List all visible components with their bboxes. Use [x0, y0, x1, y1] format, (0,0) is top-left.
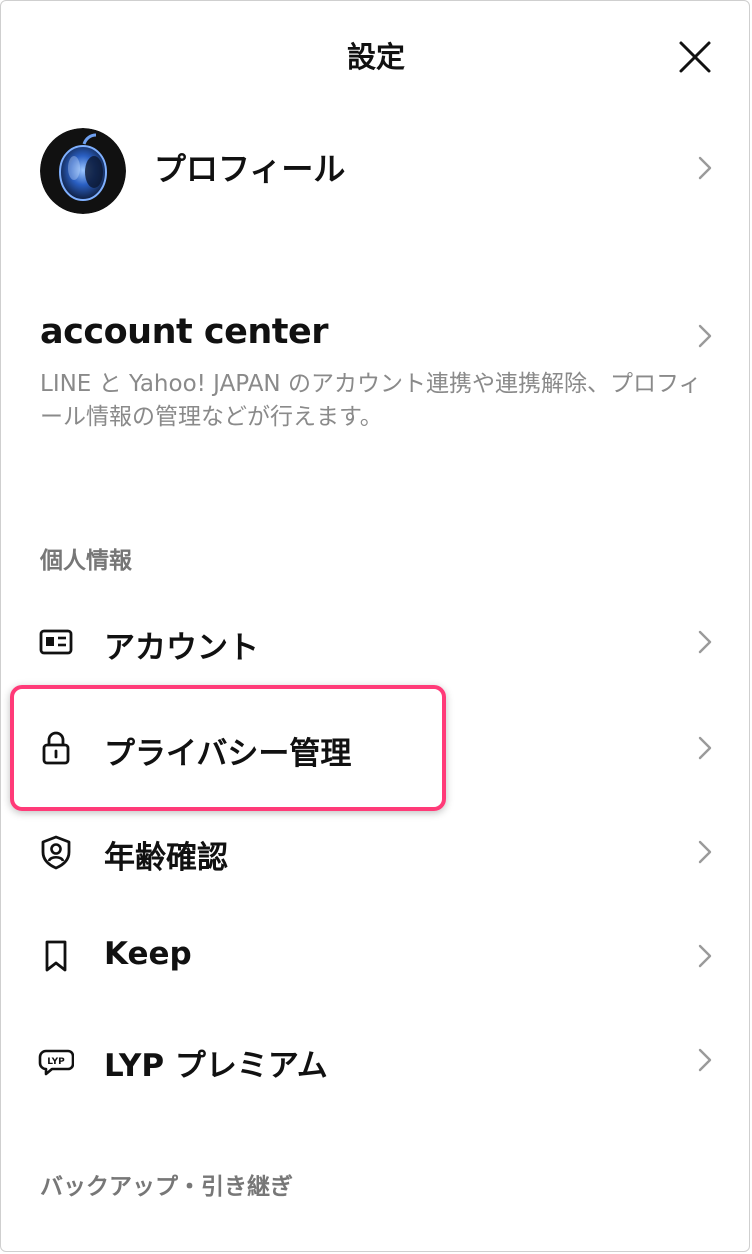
section-header-personal: 個人情報	[40, 548, 132, 574]
close-icon[interactable]	[672, 34, 718, 80]
page-title: 設定	[346, 40, 405, 74]
account-center-row[interactable]: account center LINE と Yahoo! JAPAN のアカウン…	[0, 300, 752, 450]
id-card-icon	[39, 629, 73, 655]
settings-item-age-verification[interactable]: 年齢確認	[0, 804, 752, 900]
profile-label: プロフィール	[154, 150, 346, 188]
settings-item-account[interactable]: アカウント	[0, 594, 752, 690]
avatar	[40, 128, 126, 214]
chevron-right-icon	[698, 1048, 712, 1072]
settings-item-label: LYP プレミアム	[104, 1048, 328, 1084]
chevron-right-icon	[698, 840, 712, 864]
settings-item-label: プライバシー管理	[104, 736, 352, 772]
svg-text:LYP: LYP	[47, 1057, 65, 1067]
settings-item-privacy[interactable]: プライバシー管理	[0, 700, 752, 796]
bookmark-icon	[45, 940, 67, 972]
settings-item-label: 年齢確認	[104, 840, 228, 876]
lock-icon	[42, 731, 70, 765]
chevron-right-icon	[698, 736, 712, 760]
section-header-backup: バックアップ・引き継ぎ	[40, 1174, 293, 1200]
settings-item-label: Keep	[104, 936, 192, 972]
chevron-right-icon	[698, 944, 712, 968]
shield-person-icon	[41, 835, 71, 870]
profile-row[interactable]: プロフィール	[0, 120, 752, 216]
lyp-badge-icon: LYP	[38, 1049, 74, 1076]
account-center-description: LINE と Yahoo! JAPAN のアカウント連携や連携解除、プロフィール…	[40, 371, 702, 430]
chevron-right-icon	[698, 156, 712, 180]
settings-item-label: アカウント	[104, 630, 259, 666]
header: 設定	[0, 0, 752, 110]
settings-item-keep[interactable]: Keep	[0, 908, 752, 1004]
chevron-right-icon	[698, 324, 712, 348]
account-center-title: account center	[40, 312, 329, 352]
chevron-right-icon	[698, 630, 712, 654]
settings-item-lyp-premium[interactable]: LYP LYP プレミアム	[0, 1012, 752, 1108]
